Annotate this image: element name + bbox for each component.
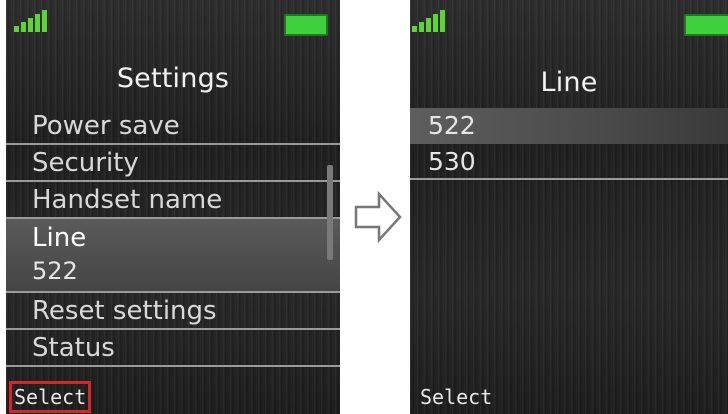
menu-item-security[interactable]: Security xyxy=(6,145,340,182)
menu-item-value: 522 xyxy=(32,257,78,285)
battery-icon xyxy=(284,14,328,36)
signal-strength-icon xyxy=(14,10,48,32)
right-arrow-icon xyxy=(354,190,402,244)
select-softkey[interactable]: Select xyxy=(9,381,92,413)
menu-item-label: Handset name xyxy=(32,185,223,215)
page-title: Settings xyxy=(116,63,230,94)
line-option-label: 522 xyxy=(428,111,476,140)
line-menu: 522 530 xyxy=(410,108,728,180)
menu-item-label: Status xyxy=(32,333,115,363)
menu-item-status[interactable]: Status xyxy=(6,330,340,367)
page-title: Line xyxy=(540,67,598,98)
line-screen: Line 522 530 Select xyxy=(410,0,728,414)
signal-strength-icon xyxy=(412,10,446,32)
menu-item-label: Line xyxy=(32,223,87,253)
scrollbar[interactable] xyxy=(327,165,333,260)
menu-item-power-save[interactable]: Power save xyxy=(6,108,340,145)
menu-item-label: Security xyxy=(32,148,139,178)
settings-menu: Power save Security Handset name Line 52… xyxy=(6,108,340,367)
line-option-522[interactable]: 522 xyxy=(410,108,728,144)
battery-icon xyxy=(684,14,728,36)
line-option-label: 530 xyxy=(428,147,476,176)
menu-item-handset-name[interactable]: Handset name xyxy=(6,182,340,219)
select-softkey[interactable]: Select xyxy=(418,384,494,410)
menu-item-reset-settings[interactable]: Reset settings xyxy=(6,293,340,330)
settings-screen: Settings Power save Security Handset nam… xyxy=(6,0,340,414)
menu-item-label: Power save xyxy=(32,111,180,141)
menu-item-line[interactable]: Line 522 xyxy=(6,219,340,293)
menu-item-label: Reset settings xyxy=(32,296,217,326)
line-option-530[interactable]: 530 xyxy=(410,144,728,180)
